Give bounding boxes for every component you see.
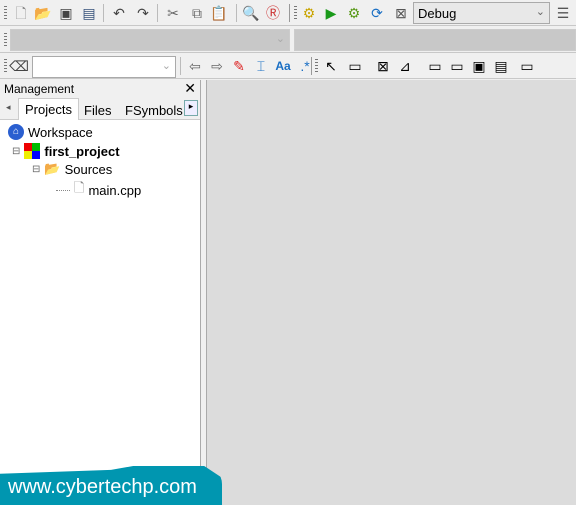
- close-icon[interactable]: ✕: [184, 80, 196, 97]
- file-icon: 🗋: [74, 180, 85, 195]
- tree-workspace[interactable]: ⌂ Workspace: [8, 124, 93, 140]
- tab-projects[interactable]: Projects: [18, 98, 79, 120]
- toolbar-grip[interactable]: [4, 6, 7, 20]
- scope-select[interactable]: ⌄: [10, 29, 290, 51]
- redo-icon[interactable]: ↷: [134, 4, 152, 22]
- tab-fsymbols[interactable]: FSymbols: [119, 100, 189, 120]
- main-toolbar: 🗋 📂 ▣ ▤ ↶ ↷ ✂ ⧉ 📋 🔍 Ⓡ ⚙ ▶ ⚙ ⟳ ⊠ Debug ⌄ ☰: [0, 0, 576, 26]
- open-icon[interactable]: 📂: [34, 4, 52, 22]
- box-icon[interactable]: ▭: [346, 57, 364, 75]
- nassi-icon[interactable]: ▤: [492, 57, 510, 75]
- paste-icon[interactable]: 📋: [210, 4, 228, 22]
- scroll-left-icon[interactable]: ◂: [6, 102, 11, 113]
- match-case-icon[interactable]: Aa: [274, 57, 292, 75]
- replace-icon[interactable]: Ⓡ: [264, 4, 282, 22]
- highlight-icon[interactable]: ✎: [230, 57, 248, 75]
- code-completion-toolbar: ⌄: [0, 27, 576, 53]
- scroll-right-icon[interactable]: ▸: [184, 100, 198, 116]
- save-all-icon[interactable]: ▤: [80, 4, 98, 22]
- cut-icon[interactable]: ✂: [164, 4, 182, 22]
- build-icon[interactable]: ⚙: [300, 4, 318, 22]
- nassi-icon[interactable]: ⊠: [374, 57, 392, 75]
- home-icon: ⌂: [8, 124, 24, 140]
- nassi-icon[interactable]: ▭: [426, 57, 444, 75]
- search-input[interactable]: ⌄: [32, 56, 176, 78]
- collapse-icon[interactable]: ⊟: [32, 164, 40, 175]
- search-toolbar: ⌫ ⌄ ⇦ ⇨ ✎ ⌶ Aa .* ↖ ▭ ⊠ ⊿ ▭ ▭ ▣ ▤ ▭: [0, 53, 576, 79]
- new-file-icon[interactable]: 🗋: [12, 4, 30, 22]
- tree-file[interactable]: 🗋 main.cpp: [56, 179, 141, 201]
- save-icon[interactable]: ▣: [57, 4, 75, 22]
- nassi-icon[interactable]: ▣: [470, 57, 488, 75]
- nassi-icon[interactable]: ⊿: [396, 57, 414, 75]
- nassi-icon[interactable]: ▭: [448, 57, 466, 75]
- copy-icon[interactable]: ⧉: [188, 4, 206, 22]
- collapse-icon[interactable]: ⊟: [12, 146, 20, 157]
- editor-area: [207, 80, 576, 505]
- chevron-down-icon: ⌄: [275, 33, 285, 45]
- pointer-icon[interactable]: ↖: [322, 57, 340, 75]
- panel-title: Management: [4, 82, 75, 96]
- nassi-icon[interactable]: ▭: [518, 57, 536, 75]
- build-run-icon[interactable]: ⚙: [345, 4, 363, 22]
- forward-icon[interactable]: ⇨: [208, 57, 226, 75]
- abort-icon[interactable]: ⊠: [392, 4, 410, 22]
- rebuild-icon[interactable]: ⟳: [368, 4, 386, 22]
- selection-icon[interactable]: ⌶: [252, 57, 270, 75]
- back-icon[interactable]: ⇦: [186, 57, 204, 75]
- chevron-down-icon: ⌄: [535, 6, 545, 18]
- tree-project[interactable]: ⊟ first_project: [12, 143, 120, 159]
- management-panel: Management ✕ ◂ Projects Files FSymbols ▸ …: [0, 80, 201, 505]
- clear-icon[interactable]: ⌫: [9, 57, 29, 75]
- build-target-select[interactable]: Debug ⌄: [413, 2, 550, 24]
- target-options-icon[interactable]: ☰: [554, 4, 572, 22]
- tab-files[interactable]: Files: [78, 100, 117, 120]
- function-select[interactable]: [294, 29, 576, 51]
- tree-folder[interactable]: ⊟ 📂 Sources: [32, 161, 112, 177]
- project-icon: [24, 143, 41, 159]
- run-icon[interactable]: ▶: [322, 4, 340, 22]
- find-icon[interactable]: 🔍: [242, 4, 260, 22]
- undo-icon[interactable]: ↶: [110, 4, 128, 22]
- chevron-down-icon: ⌄: [161, 60, 171, 72]
- folder-icon: 📂: [44, 161, 61, 176]
